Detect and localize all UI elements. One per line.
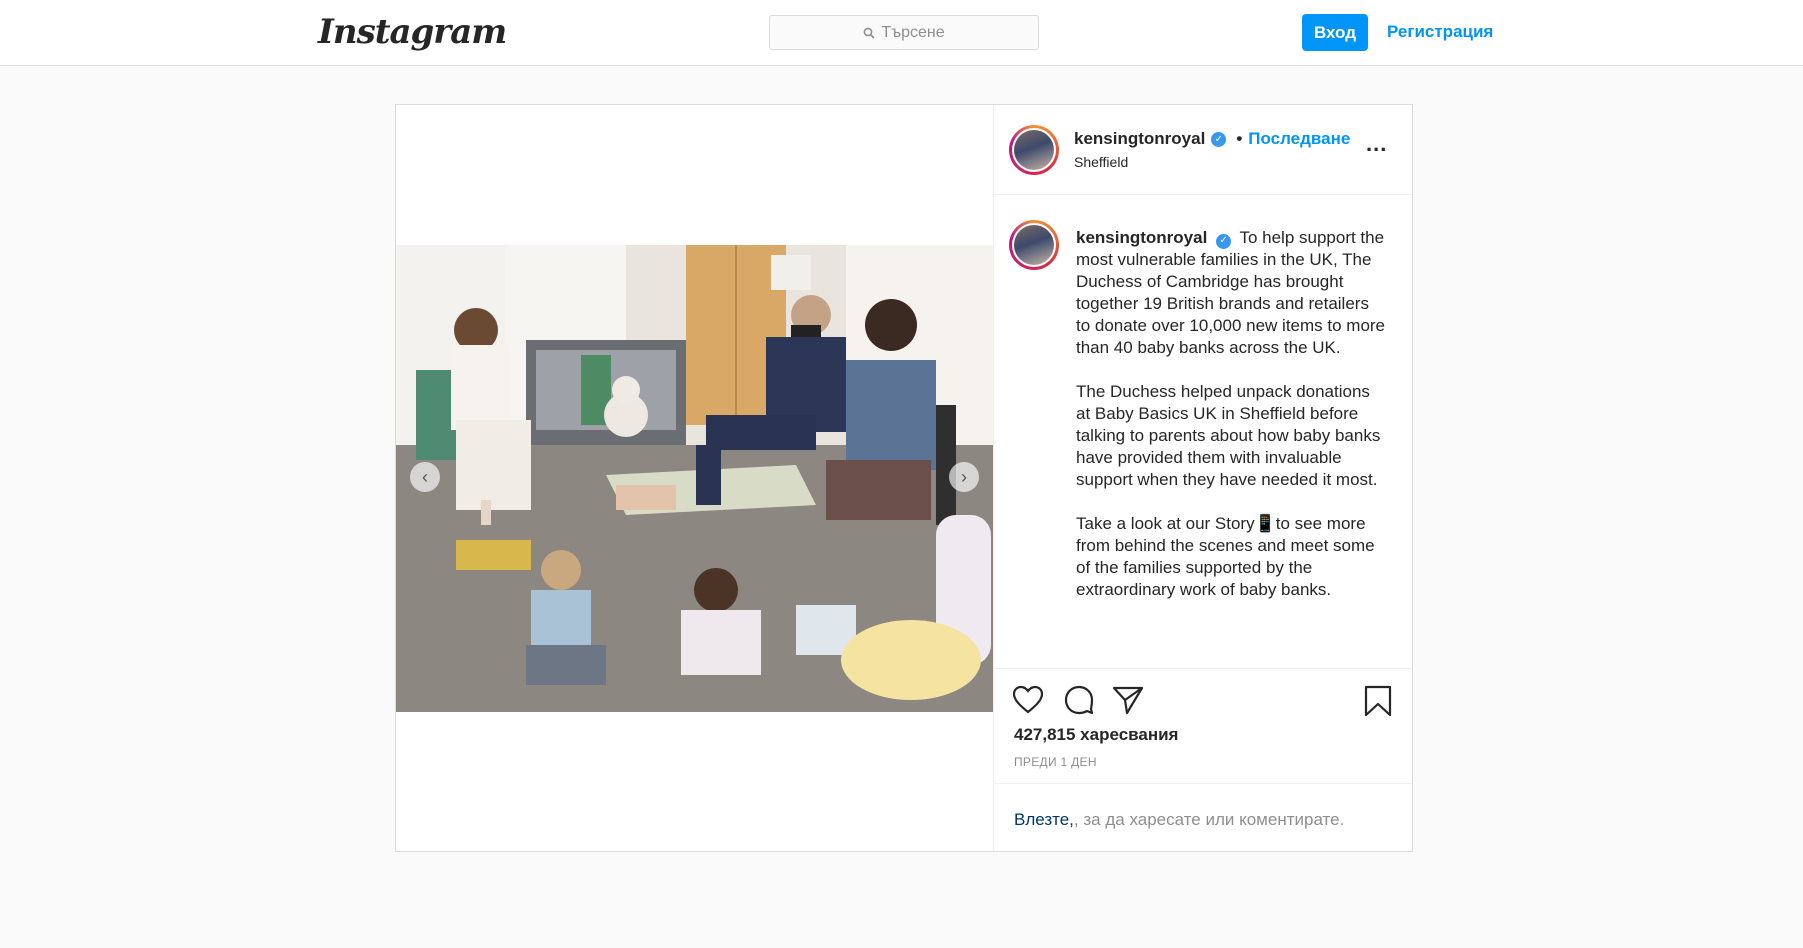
- top-nav: Instagram Търсене Вход Регистрация: [0, 0, 1803, 66]
- post-timestamp[interactable]: ПРЕДИ 1 ДЕН: [1014, 755, 1097, 769]
- login-prompt: Влезте,, за да харесате или коментирате.: [994, 783, 1412, 851]
- post-media: ‹ ›: [396, 105, 994, 851]
- caption-section: kensingtonroyal ✓ To help support the mo…: [994, 195, 1412, 669]
- register-link[interactable]: Регистрация: [1387, 22, 1493, 42]
- verified-badge-icon: ✓: [1211, 131, 1227, 147]
- verified-badge-icon: ✓: [1216, 233, 1232, 249]
- caption-avatar[interactable]: [1009, 220, 1059, 270]
- search-box[interactable]: Търсене: [769, 15, 1039, 50]
- post-caption: kensingtonroyal ✓ To help support the mo…: [1076, 227, 1386, 623]
- likes-count[interactable]: 427,815 харесвания: [1014, 725, 1178, 745]
- search-icon: [863, 27, 875, 39]
- post-location[interactable]: Sheffield: [1074, 154, 1128, 170]
- post-header: kensingtonroyal ✓ • Последване Sheffield…: [994, 105, 1412, 195]
- carousel-prev-button[interactable]: ‹: [410, 462, 440, 492]
- follow-button[interactable]: Последване: [1248, 129, 1350, 149]
- caption-paragraph-3: Take a look at our Story📱to see more fro…: [1076, 514, 1375, 599]
- caption-paragraph-2: The Duchess helped unpack donations at B…: [1076, 382, 1381, 489]
- post-card: ‹ › kensingtonroyal ✓ • Последване Sheff…: [395, 104, 1413, 852]
- heart-icon[interactable]: [1012, 685, 1044, 715]
- comment-icon[interactable]: [1064, 685, 1094, 715]
- share-icon[interactable]: [1112, 685, 1144, 715]
- login-link[interactable]: Влезте,: [1014, 810, 1074, 829]
- separator-dot: •: [1236, 129, 1243, 148]
- chevron-right-icon: ›: [961, 466, 967, 487]
- author-line: kensingtonroyal ✓ • Последване: [1074, 129, 1350, 149]
- search-placeholder: Търсене: [881, 23, 945, 41]
- action-bar: [994, 669, 1412, 729]
- carousel-next-button[interactable]: ›: [949, 462, 979, 492]
- post-sidebar: kensingtonroyal ✓ • Последване Sheffield…: [994, 105, 1412, 851]
- more-options-icon[interactable]: ...: [1366, 131, 1387, 157]
- caption-username[interactable]: kensingtonroyal: [1076, 228, 1207, 247]
- bookmark-icon[interactable]: [1364, 685, 1392, 717]
- author-avatar[interactable]: [1009, 125, 1059, 175]
- post-photo[interactable]: [396, 245, 993, 712]
- author-username[interactable]: kensingtonroyal: [1074, 129, 1205, 149]
- login-prompt-text: , за да харесате или коментирате.: [1073, 810, 1345, 829]
- instagram-logo[interactable]: Instagram: [318, 12, 507, 52]
- login-button[interactable]: Вход: [1302, 14, 1368, 51]
- chevron-left-icon: ‹: [422, 466, 428, 487]
- caption-paragraph-1: To help support the most vulnerable fami…: [1076, 228, 1386, 357]
